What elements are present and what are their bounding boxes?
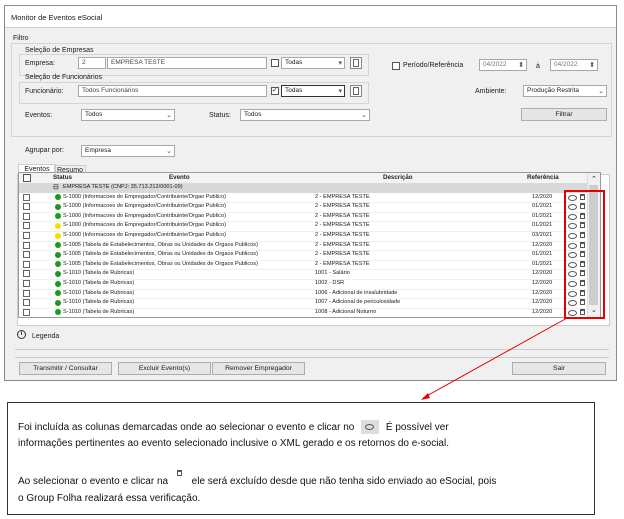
note-line-1: Foi incluída as colunas demarcadas onde … xyxy=(18,420,449,435)
note-p1b: É possível ver xyxy=(385,422,449,433)
note-p2c: o Group Folha realizará essa verificação… xyxy=(18,493,201,504)
note-line-3: Ao selecionar o evento e clicar na ele s… xyxy=(18,470,497,489)
note-p2b: ele será excluído desde que não tenha si… xyxy=(191,476,497,487)
trash-icon xyxy=(173,470,187,488)
note-p1a: Foi incluída as colunas demarcadas onde … xyxy=(18,422,355,433)
note-box: Foi incluída as colunas demarcadas onde … xyxy=(7,402,595,515)
note-p1c: informações pertinentes ao evento seleci… xyxy=(18,438,449,449)
note-p2a: Ao selecionar o evento e clicar na xyxy=(18,476,169,487)
eye-icon xyxy=(361,420,380,435)
